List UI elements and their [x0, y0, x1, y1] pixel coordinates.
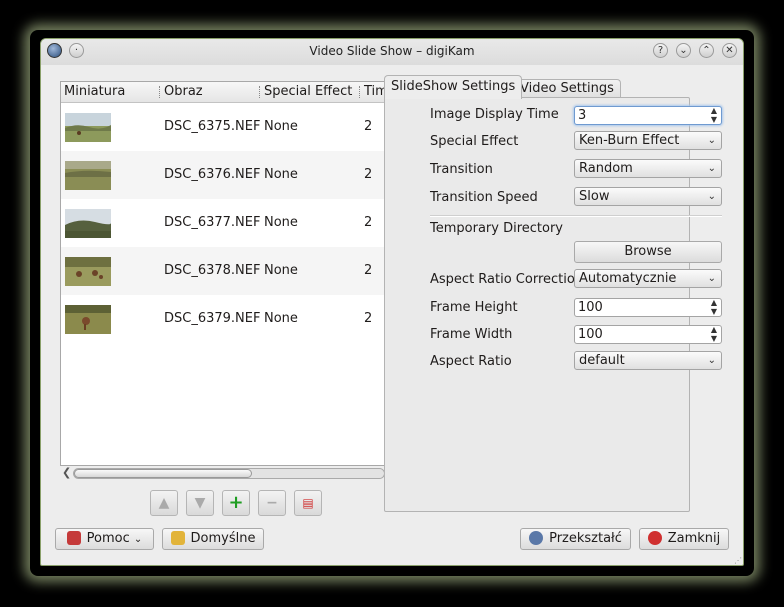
browse-button[interactable]: Browse: [574, 241, 722, 263]
help-button[interactable]: Pomoc ⌄: [55, 528, 154, 550]
close-icon: [647, 531, 662, 545]
chevron-down-icon: ⌄: [707, 355, 716, 366]
display-time: 2: [364, 167, 373, 182]
display-time: 2: [364, 215, 373, 230]
close-button[interactable]: Zamknij: [639, 528, 729, 550]
frame-height-input[interactable]: 100 ▲ ▼: [574, 298, 722, 317]
column-header-thumbnail[interactable]: Miniatura: [64, 84, 125, 99]
scroll-thumb[interactable]: [74, 469, 252, 478]
transition-speed-select[interactable]: Slow ⌄: [574, 187, 722, 206]
transition-speed-label: Transition Speed: [430, 190, 538, 205]
table-row[interactable]: DSC_6377.NEF None 2: [61, 199, 412, 247]
thumbnail-image: [65, 305, 111, 334]
table-row[interactable]: DSC_6379.NEF None 2: [61, 295, 412, 343]
table-row[interactable]: DSC_6378.NEF None 2: [61, 247, 412, 295]
spin-arrows-icon[interactable]: ▲ ▼: [711, 325, 717, 343]
special-effect: None: [264, 167, 298, 182]
frame-width-label: Frame Width: [430, 327, 513, 342]
frame-height-label: Frame Height: [430, 300, 518, 315]
help-icon[interactable]: ?: [653, 43, 668, 58]
image-display-time-label: Image Display Time: [430, 107, 559, 122]
display-time: 2: [364, 311, 373, 326]
title-bar: · Video Slide Show – digiKam ? ⌄ ⌃ ✕: [41, 39, 743, 65]
temporary-directory-label: Temporary Directory: [430, 221, 563, 236]
aspect-ratio-correction-label: Aspect Ratio Correction: [430, 272, 584, 287]
chevron-down-icon: ⌄: [133, 534, 143, 545]
special-effect-select[interactable]: Ken-Burn Effect ⌄: [574, 131, 722, 150]
list-header: Miniatura Obraz Special Effect Time (se: [61, 82, 412, 103]
window-title: Video Slide Show – digiKam: [309, 44, 475, 58]
image-name: DSC_6378.NEF: [164, 263, 261, 278]
chevron-down-icon: ⌄: [707, 135, 716, 146]
display-time: 2: [364, 119, 373, 134]
clear-list-icon: ▤: [302, 496, 314, 510]
thumbnail-image: [65, 113, 111, 142]
reset-icon: [170, 531, 185, 545]
chevron-down-icon: ⌄: [707, 273, 716, 284]
remove-button[interactable]: −: [258, 490, 286, 516]
image-name: DSC_6379.NEF: [164, 311, 261, 326]
convert-icon: [529, 531, 544, 545]
thumbnail-image: [65, 161, 111, 190]
add-icon: +: [228, 492, 244, 513]
table-row[interactable]: DSC_6375.NEF None 2: [61, 103, 412, 151]
close-window-icon[interactable]: ✕: [722, 43, 737, 58]
move-up-icon: ▲: [158, 495, 170, 511]
spin-arrows-icon[interactable]: ▲ ▼: [711, 106, 717, 124]
defaults-button[interactable]: Domyślne: [162, 528, 264, 550]
special-effect: None: [264, 215, 298, 230]
thumbnail-image: [65, 209, 111, 238]
tab-video-settings[interactable]: Video Settings: [513, 79, 621, 99]
aspect-ratio-select[interactable]: default ⌄: [574, 351, 722, 370]
scroll-left-icon[interactable]: ❮: [62, 466, 71, 479]
clear-list-button[interactable]: ▤: [294, 490, 322, 516]
spin-arrows-icon[interactable]: ▲ ▼: [711, 298, 717, 316]
image-name: DSC_6376.NEF: [164, 167, 261, 182]
move-up-button[interactable]: ▲: [150, 490, 178, 516]
divider: [430, 215, 722, 217]
aspect-ratio-label: Aspect Ratio: [430, 354, 512, 369]
special-effect-label: Special Effect: [430, 134, 519, 149]
special-effect: None: [264, 119, 298, 134]
horizontal-scrollbar[interactable]: ❮ ❮ ❯: [60, 466, 413, 482]
column-header-effect[interactable]: Special Effect: [264, 84, 352, 99]
add-button[interactable]: +: [222, 490, 250, 516]
tab-slideshow-settings[interactable]: SlideShow Settings: [384, 75, 523, 99]
image-display-time-input[interactable]: 3 ▲ ▼: [574, 106, 722, 125]
resize-grip-icon[interactable]: ⋰: [734, 556, 742, 565]
transition-label: Transition: [430, 162, 493, 177]
convert-button[interactable]: Przekształć: [520, 528, 631, 550]
image-list[interactable]: Miniatura Obraz Special Effect Time (se …: [60, 81, 413, 466]
maximize-icon[interactable]: ⌃: [699, 43, 714, 58]
aspect-ratio-correction-select[interactable]: Automatycznie ⌄: [574, 269, 722, 288]
image-name: DSC_6375.NEF: [164, 119, 261, 134]
move-down-button[interactable]: ▼: [186, 490, 214, 516]
special-effect: None: [264, 311, 298, 326]
display-time: 2: [364, 263, 373, 278]
transition-select[interactable]: Random ⌄: [574, 159, 722, 178]
minimize-icon[interactable]: ⌄: [676, 43, 691, 58]
column-header-image[interactable]: Obraz: [164, 84, 203, 99]
chevron-down-icon: ⌄: [707, 163, 716, 174]
remove-icon: −: [266, 495, 278, 511]
chevron-down-icon: ⌄: [707, 191, 716, 202]
frame-width-input[interactable]: 100 ▲ ▼: [574, 325, 722, 344]
special-effect: None: [264, 263, 298, 278]
move-down-icon: ▼: [194, 495, 206, 511]
thumbnail-image: [65, 257, 111, 286]
image-name: DSC_6377.NEF: [164, 215, 261, 230]
table-row[interactable]: DSC_6376.NEF None 2: [61, 151, 412, 199]
help-book-icon: [66, 531, 81, 545]
